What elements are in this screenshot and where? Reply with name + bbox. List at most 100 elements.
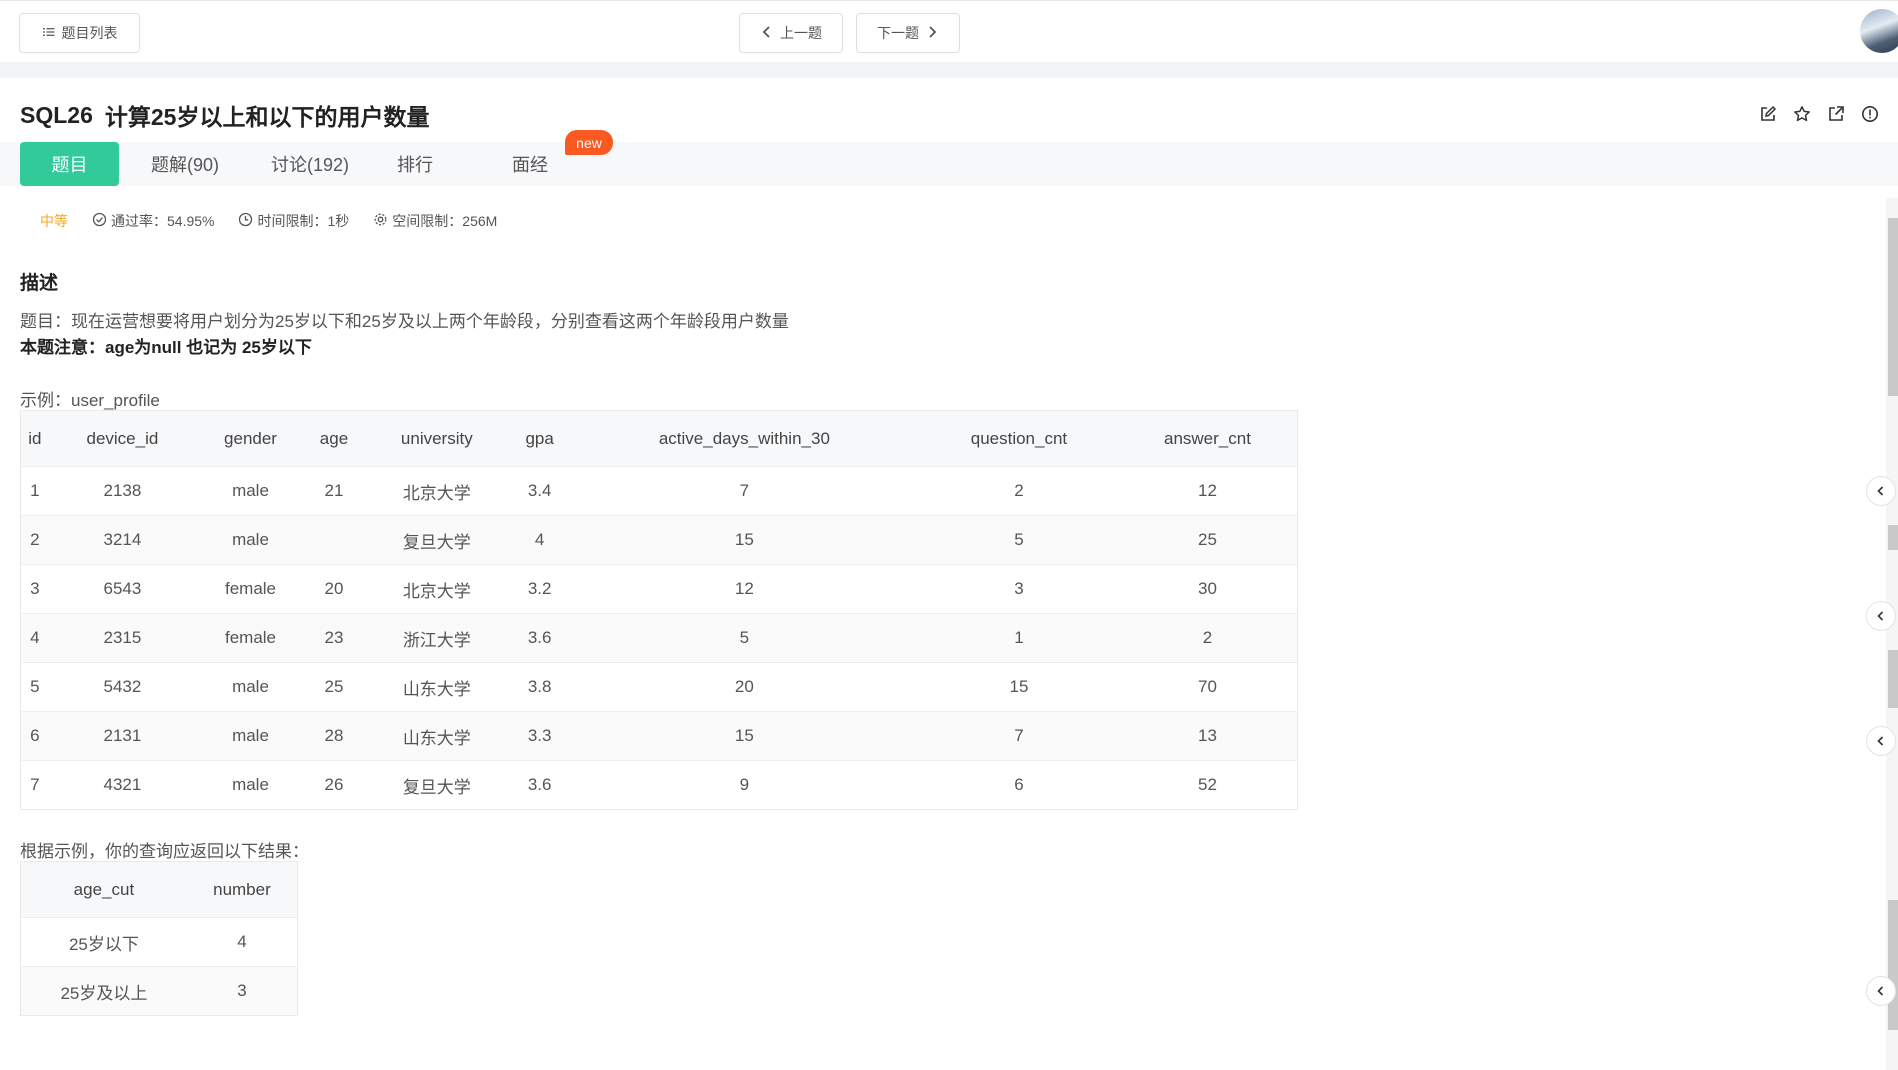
column-header: id [20,410,49,467]
table-cell: 北京大学 [363,564,511,614]
example-label: 示例：user_profile [20,391,160,410]
new-badge: new [565,130,613,155]
table-cell: 2 [20,515,49,565]
scrollbar-thumb[interactable] [1888,900,1898,1030]
result-label: 根据示例，你的查询应返回以下结果： [20,842,309,861]
table-cell: 70 [1117,662,1298,712]
top-bar: 题目列表 上一题 下一题 [0,0,1898,62]
table-cell: 15 [568,711,920,761]
table-cell: 6 [20,711,49,761]
time-limit-text: 时间限制：1秒 [257,213,350,229]
collapse-panel-handle[interactable] [1866,476,1896,506]
table-cell: 2315 [48,613,197,663]
prev-question-button[interactable]: 上一题 [739,13,843,53]
report-icon[interactable] [1860,104,1880,124]
table-row: 3 6543 female 20 北京大学 3.2 12 3 30 [20,564,1298,614]
table-cell: male [196,515,305,565]
collapse-panel-handle[interactable] [1866,726,1896,756]
question-list-button[interactable]: 题目列表 [19,13,140,53]
table-cell: 山东大学 [363,662,511,712]
example-table: id device_id gender age university gpa active_… [20,410,1298,810]
table-cell: female [196,564,305,614]
question-list-label: 题目列表 [61,25,118,41]
table-cell: male [196,662,305,712]
table-cell: 2138 [48,466,197,516]
table-cell: 30 [1117,564,1298,614]
tab-solution[interactable]: 题解(90) [140,142,230,186]
table-cell: 20 [568,662,920,712]
table-cell: 2 [1117,613,1298,663]
table-cell: 北京大学 [363,466,511,516]
pass-rate-text: 通过率：54.95% [111,213,215,229]
table-cell: 21 [304,466,364,516]
column-header: university [363,410,511,467]
check-circle-icon [92,212,107,230]
table-cell: 1 [20,466,49,516]
table-cell: 3.8 [510,662,569,712]
table-row: 7 4321 male 26 复旦大学 3.6 9 6 52 [20,760,1298,810]
chevron-left-icon [1877,986,1884,996]
table-cell: 25 [1117,515,1298,565]
table-cell: 3 [919,564,1118,614]
share-icon[interactable] [1826,104,1846,124]
space-limit: 空间限制：256M [373,211,497,231]
table-cell: 3214 [48,515,197,565]
table-row: 1 2138 male 21 北京大学 3.4 7 2 12 [20,466,1298,516]
table-cell: 复旦大学 [363,515,511,565]
collapse-panel-handle[interactable] [1866,976,1896,1006]
table-cell: 25 [304,662,364,712]
table-cell: 20 [304,564,364,614]
difficulty-label: 中等 [40,213,68,229]
edit-icon[interactable] [1758,104,1778,124]
description-heading: 描述 [20,273,59,294]
column-header: age [304,410,364,467]
scrollbar-thumb[interactable] [1888,650,1898,708]
table-cell: 3.3 [510,711,569,761]
column-header: gender [196,410,305,467]
table-cell: 23 [304,613,364,663]
column-header: gpa [510,410,569,467]
prev-question-label: 上一题 [780,25,822,41]
table-cell: 9 [568,760,920,810]
table-cell: 6543 [48,564,197,614]
table-cell: 山东大学 [363,711,511,761]
table-cell: 12 [1117,466,1298,516]
tab-problem[interactable]: 题目 [20,142,119,186]
scrollbar-thumb[interactable] [1888,218,1898,396]
time-limit: 时间限制：1秒 [238,211,349,231]
tab-interview[interactable]: 面经 [505,142,555,186]
tab-rank[interactable]: 排行 [385,142,445,186]
table-cell: 5432 [48,662,197,712]
description-text: 题目：现在运营想要将用户划分为25岁以下和25岁及以上两个年龄段，分别查看这两个… [20,312,789,331]
table-cell: 3.2 [510,564,569,614]
table-cell: 浙江大学 [363,613,511,663]
column-header: age_cut [20,861,187,918]
table-cell: male [196,711,305,761]
table-cell: 2131 [48,711,197,761]
table-cell: 25岁及以上 [20,966,187,1016]
user-avatar[interactable] [1860,9,1898,53]
table-cell: 15 [919,662,1118,712]
next-question-button[interactable]: 下一题 [856,13,960,53]
column-header: device_id [48,410,197,467]
collapse-panel-handle[interactable] [1866,601,1896,631]
table-cell: 4 [186,917,298,967]
star-icon[interactable] [1792,104,1812,124]
table-cell: 7 [919,711,1118,761]
scrollbar-thumb[interactable] [1888,525,1898,550]
table-cell: 15 [568,515,920,565]
chevron-left-icon [760,25,774,42]
table-cell: 12 [568,564,920,614]
table-cell: 52 [1117,760,1298,810]
header-divider [0,62,1898,78]
table-cell: 2 [919,466,1118,516]
result-table: age_cut number 25岁以下 4 25岁及以上 3 [20,861,298,1016]
table-cell: 7 [568,466,920,516]
question-id: SQL26 [20,101,93,128]
tab-discuss[interactable]: 讨论(192) [255,142,365,186]
column-header: question_cnt [919,410,1118,467]
chevron-left-icon [1877,736,1884,746]
gear-icon [373,212,388,230]
table-cell [304,515,364,565]
description-note: 本题注意：age为null 也记为 25岁以下 [20,338,312,357]
